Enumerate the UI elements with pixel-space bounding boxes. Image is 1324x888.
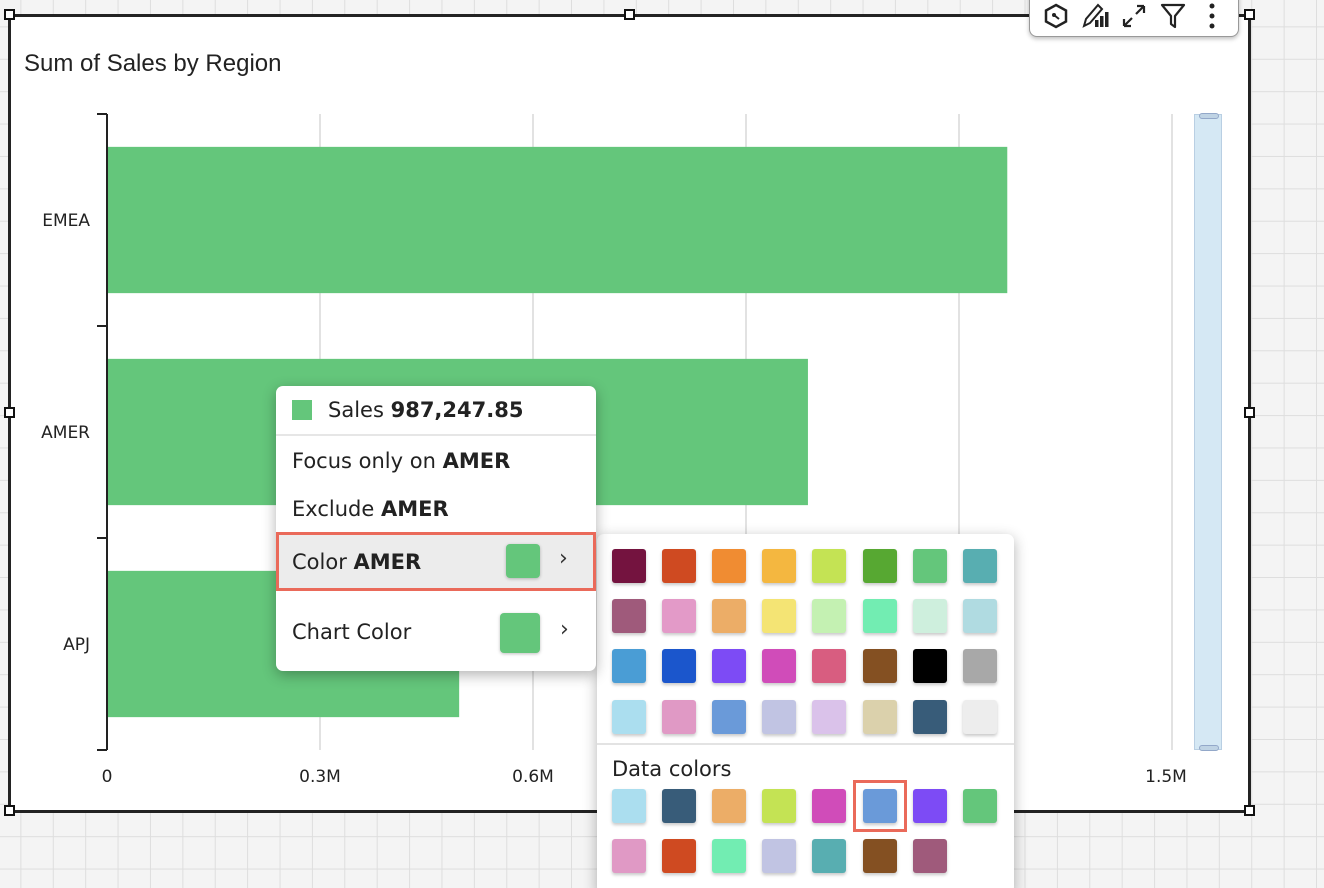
data-color-swatch[interactable] — [912, 789, 947, 823]
color-swatch[interactable] — [712, 599, 747, 634]
filter-icon[interactable] — [1158, 1, 1188, 31]
more-options-icon[interactable] — [1197, 1, 1227, 31]
color-swatch[interactable] — [912, 649, 947, 684]
chart-color-swatch — [500, 613, 540, 653]
data-color-swatch[interactable] — [862, 839, 897, 873]
chart-scrollbar[interactable] — [1194, 113, 1222, 751]
visual-toolbar — [1029, 0, 1239, 37]
color-swatch[interactable] — [962, 699, 997, 734]
color-swatch[interactable] — [912, 599, 947, 634]
chevron-right-icon: › — [560, 617, 569, 642]
menu-item-chart-color[interactable]: Chart Color › — [276, 608, 596, 656]
chevron-right-icon: › — [559, 546, 568, 571]
menu-item-focus[interactable]: Focus only on AMER — [276, 437, 596, 485]
data-color-swatch[interactable] — [812, 839, 847, 873]
insights-icon[interactable] — [1041, 1, 1071, 31]
color-swatch[interactable] — [812, 649, 847, 684]
scroll-grip-top[interactable] — [1199, 113, 1219, 119]
color-swatch[interactable] — [762, 699, 797, 734]
x-tick-label: 0 — [102, 767, 113, 787]
color-swatch[interactable] — [962, 549, 997, 583]
current-color-swatch — [506, 544, 540, 578]
color-swatch[interactable] — [862, 649, 897, 684]
color-swatch[interactable] — [912, 699, 947, 734]
color-swatch[interactable] — [712, 549, 747, 583]
resize-handle-top-right[interactable] — [1244, 9, 1255, 20]
color-swatch[interactable] — [812, 549, 847, 583]
color-swatch[interactable] — [912, 549, 947, 583]
resize-handle-top[interactable] — [624, 9, 635, 20]
color-swatch[interactable] — [962, 649, 997, 684]
bar-emea — [108, 146, 1008, 294]
color-swatch[interactable] — [762, 649, 797, 684]
data-color-swatch[interactable] — [712, 789, 747, 823]
data-color-swatch[interactable] — [662, 789, 697, 823]
color-swatch[interactable] — [662, 549, 697, 583]
selected-color-indicator — [852, 780, 907, 832]
edit-visual-icon[interactable] — [1080, 1, 1110, 31]
data-color-swatch[interactable] — [762, 839, 797, 873]
menu-item-exclude[interactable]: Exclude AMER — [276, 485, 596, 533]
scroll-grip-bottom[interactable] — [1199, 745, 1219, 751]
resize-handle-bottom-right[interactable] — [1244, 805, 1255, 816]
color-swatch[interactable] — [612, 549, 646, 583]
tooltip-label: Sales — [328, 398, 384, 422]
tooltip-header: Sales 987,247.85 — [276, 386, 596, 436]
color-palette-submenu: Data colors — [597, 534, 1014, 888]
data-color-swatch[interactable] — [962, 789, 997, 823]
color-swatch[interactable] — [862, 549, 897, 583]
tooltip-value: 987,247.85 — [390, 398, 524, 422]
color-swatch[interactable] — [862, 599, 897, 634]
y-tick-label: EMEA — [42, 211, 90, 231]
data-colors-label: Data colors — [612, 757, 732, 781]
color-swatch[interactable] — [612, 699, 646, 734]
context-menu: Sales 987,247.85 Focus only on AMER Excl… — [276, 386, 596, 671]
menu-item-color-amer[interactable]: Color AMER › — [276, 532, 596, 591]
palette-divider — [597, 743, 1014, 745]
color-swatch[interactable] — [762, 549, 797, 583]
y-tick-label: APJ — [63, 635, 90, 655]
x-tick-label: 1.5M — [1145, 767, 1187, 787]
data-color-swatch[interactable] — [712, 839, 747, 873]
x-tick-label: 0.3M — [299, 767, 341, 787]
expand-icon[interactable] — [1119, 1, 1149, 31]
data-color-swatch[interactable] — [812, 789, 847, 823]
color-swatch[interactable] — [812, 699, 847, 734]
color-swatch[interactable] — [762, 599, 797, 634]
y-tick-label: AMER — [41, 423, 90, 443]
legend-swatch — [292, 400, 312, 420]
resize-handle-left[interactable] — [4, 407, 15, 418]
color-swatch[interactable] — [662, 599, 697, 634]
resize-handle-right[interactable] — [1244, 407, 1255, 418]
color-swatch[interactable] — [962, 599, 997, 634]
color-swatch[interactable] — [812, 599, 847, 634]
data-color-swatch[interactable] — [612, 789, 646, 823]
data-color-swatch[interactable] — [762, 789, 797, 823]
resize-handle-bottom-left[interactable] — [4, 805, 15, 816]
data-color-swatch[interactable] — [662, 839, 697, 873]
color-swatch[interactable] — [662, 649, 697, 684]
color-swatch[interactable] — [612, 649, 646, 684]
data-color-swatch[interactable] — [912, 839, 947, 873]
data-color-swatch[interactable] — [612, 839, 646, 873]
color-swatch[interactable] — [612, 599, 646, 634]
color-swatch[interactable] — [712, 649, 747, 684]
x-tick-label: 0.6M — [512, 767, 554, 787]
color-swatch[interactable] — [662, 699, 697, 734]
color-swatch[interactable] — [862, 699, 897, 734]
resize-handle-top-left[interactable] — [4, 9, 15, 20]
color-swatch[interactable] — [712, 699, 747, 734]
